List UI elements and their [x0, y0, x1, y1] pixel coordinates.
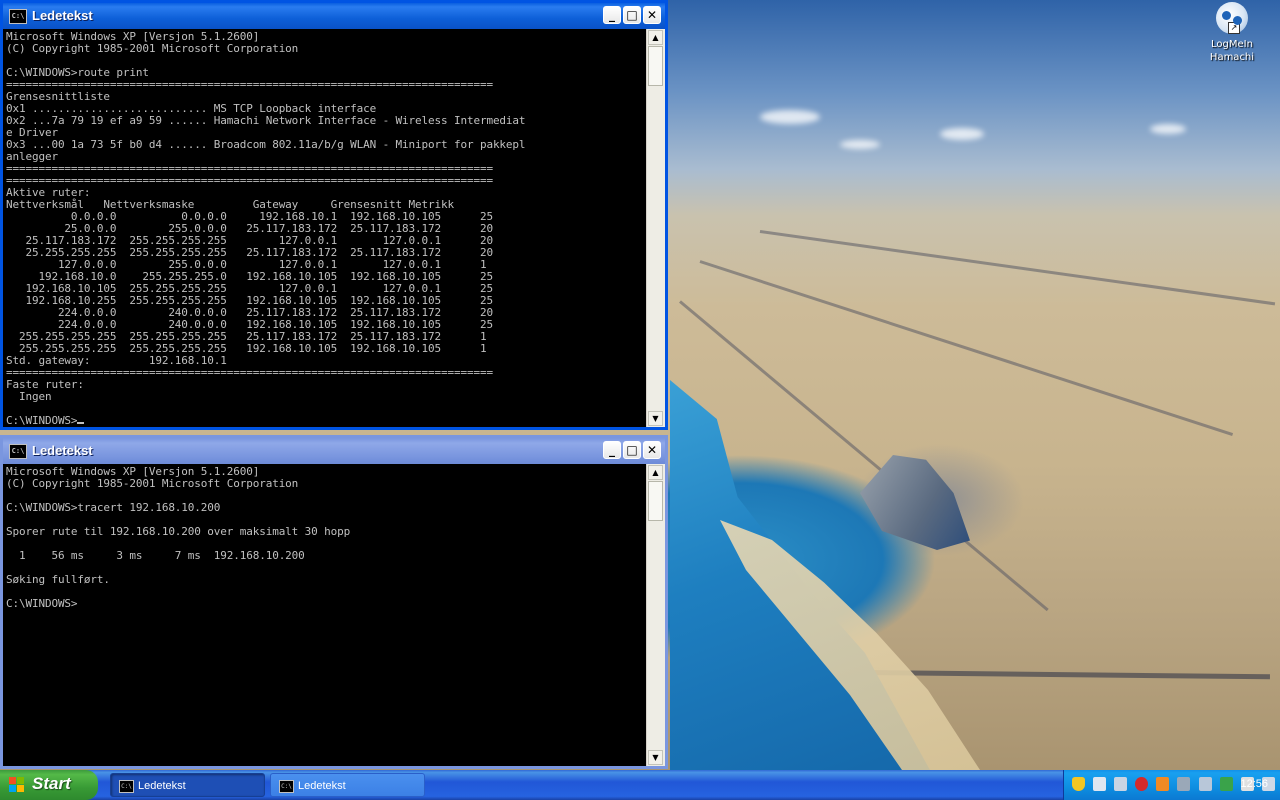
scroll-up-button[interactable]: ▲ [648, 465, 663, 480]
maximize-button[interactable]: □ [623, 6, 641, 24]
scroll-up-button[interactable]: ▲ [648, 30, 663, 45]
text-cursor [77, 422, 85, 424]
console-window-tracert[interactable]: C:\ Ledetekst _ □ ✕ Microsoft Windows XP… [0, 435, 668, 769]
start-label: Start [32, 774, 71, 793]
scrollbar-thumb[interactable] [648, 46, 663, 86]
hamachi-icon: ↗ [1216, 2, 1248, 34]
console-text: Microsoft Windows XP [Versjon 5.1.2600] … [6, 465, 351, 610]
window-title: Ledetekst [32, 443, 93, 458]
clock[interactable]: 12:56 [1240, 778, 1268, 790]
speaker-icon[interactable] [1114, 777, 1128, 791]
update-icon[interactable] [1219, 777, 1233, 791]
console-text: Microsoft Windows XP [Versjon 5.1.2600] … [6, 30, 526, 427]
opera-icon[interactable] [1135, 777, 1149, 791]
close-button[interactable]: ✕ [643, 441, 661, 459]
taskbar: Start C:\ Ledetekst C:\ Ledetekst 12:56 [0, 770, 1280, 800]
close-button[interactable]: ✕ [643, 6, 661, 24]
network-icon[interactable] [1093, 777, 1107, 791]
cmd-icon: C:\ [279, 780, 294, 793]
shortcut-arrow-icon: ↗ [1228, 22, 1240, 34]
taskbar-button-label: Ledetekst [298, 780, 346, 792]
cmd-icon[interactable]: C:\ [9, 444, 27, 459]
wifi-icon[interactable] [1198, 777, 1212, 791]
minimize-button[interactable]: _ [603, 441, 621, 459]
console-output[interactable]: Microsoft Windows XP [Versjon 5.1.2600] … [3, 464, 647, 766]
windows-logo-icon [9, 777, 25, 793]
app-icon[interactable] [1156, 777, 1170, 791]
minimize-button[interactable]: _ [603, 6, 621, 24]
window-title: Ledetekst [32, 8, 93, 23]
cmd-icon[interactable]: C:\ [9, 9, 27, 24]
console-window-route-print[interactable]: C:\ Ledetekst _ □ ✕ Microsoft Windows XP… [0, 0, 668, 430]
scroll-down-button[interactable]: ▼ [648, 750, 663, 765]
taskbar-button-label: Ledetekst [138, 780, 186, 792]
maximize-button[interactable]: □ [623, 441, 641, 459]
vertical-scrollbar[interactable]: ▲ ▼ [646, 464, 665, 766]
console-output[interactable]: Microsoft Windows XP [Versjon 5.1.2600] … [3, 29, 647, 427]
desktop-icon-label: LogMeIn [1211, 39, 1253, 50]
system-tray: 12:56 [1063, 770, 1280, 800]
taskbar-button-ledetekst-1[interactable]: C:\ Ledetekst [110, 773, 265, 797]
vertical-scrollbar[interactable]: ▲ ▼ [646, 29, 665, 427]
taskbar-button-ledetekst-2[interactable]: C:\ Ledetekst [270, 773, 425, 797]
scrollbar-thumb[interactable] [648, 481, 663, 521]
desktop-icon-logmein-hamachi[interactable]: ↗ LogMeIn Hamachi [1203, 2, 1261, 64]
start-button[interactable]: Start [0, 770, 98, 800]
cmd-icon: C:\ [119, 780, 134, 793]
title-bar[interactable]: C:\ Ledetekst _ □ ✕ [3, 438, 665, 464]
scroll-down-button[interactable]: ▼ [648, 411, 663, 426]
desktop-icon-label: Hamachi [1209, 52, 1255, 63]
shield-icon[interactable] [1072, 777, 1085, 791]
tool-icon[interactable] [1177, 777, 1191, 791]
title-bar[interactable]: C:\ Ledetekst _ □ ✕ [3, 3, 665, 29]
